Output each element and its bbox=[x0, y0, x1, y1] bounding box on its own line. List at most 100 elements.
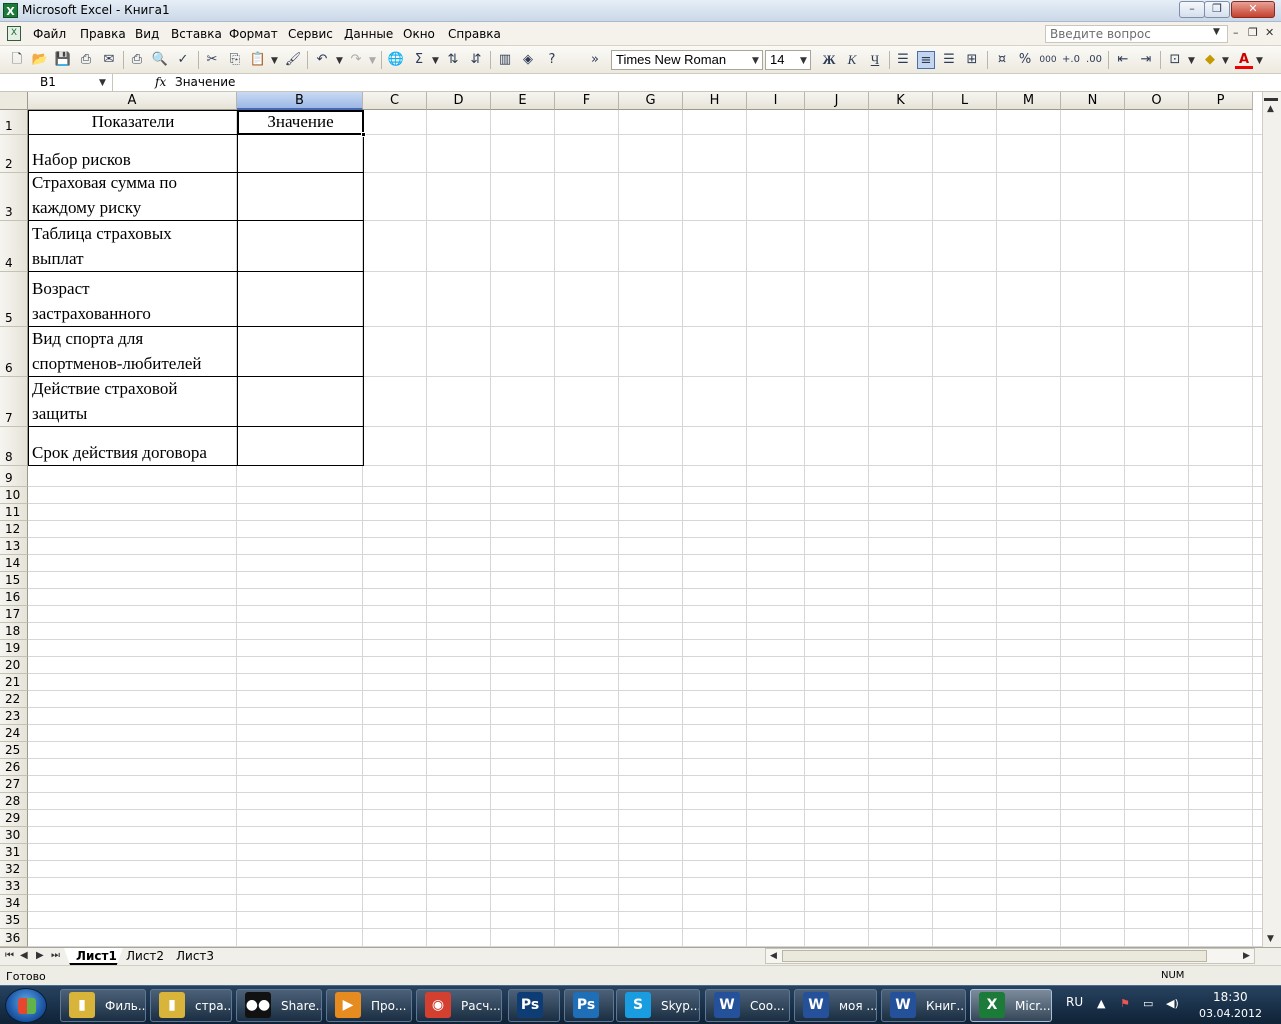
doc-minimize-button[interactable]: – bbox=[1233, 26, 1239, 39]
row-header-20[interactable]: 20 bbox=[0, 657, 28, 674]
row-header-15[interactable]: 15 bbox=[0, 572, 28, 589]
format-painter-icon[interactable]: 🖌 bbox=[284, 51, 302, 69]
scroll-left-icon[interactable]: ◀ bbox=[770, 951, 777, 961]
row-header-17[interactable]: 17 bbox=[0, 606, 28, 623]
close-button[interactable]: ✕ bbox=[1231, 1, 1275, 18]
doc-close-button[interactable]: ✕ bbox=[1265, 26, 1274, 39]
row-header-26[interactable]: 26 bbox=[0, 759, 28, 776]
security-tray-icon[interactable]: ⚑ bbox=[1120, 997, 1130, 1010]
align-center-icon[interactable]: ≡ bbox=[917, 51, 935, 69]
currency-icon[interactable]: ¤ bbox=[993, 51, 1011, 69]
print-icon[interactable]: ⎙ bbox=[128, 51, 146, 69]
volume-tray-icon[interactable]: ◀) bbox=[1166, 997, 1179, 1010]
align-left-icon[interactable]: ☰ bbox=[894, 51, 912, 69]
row-header-9[interactable]: 9 bbox=[0, 466, 28, 487]
redo-icon[interactable]: ↷ bbox=[347, 51, 365, 69]
name-box[interactable]: B1 bbox=[0, 74, 113, 91]
sheet-tab-2[interactable]: Лист2 bbox=[114, 948, 170, 965]
cell-b4[interactable] bbox=[237, 220, 364, 272]
font-name-dropdown-icon[interactable]: ▼ bbox=[752, 56, 759, 66]
row-header-11[interactable]: 11 bbox=[0, 504, 28, 521]
restore-button[interactable]: ❐ bbox=[1204, 1, 1230, 18]
decrease-decimal-icon[interactable]: .00 bbox=[1085, 51, 1103, 69]
increase-decimal-icon[interactable]: +.0 bbox=[1062, 51, 1080, 69]
cell-b8[interactable] bbox=[237, 426, 364, 466]
cell-b2[interactable] bbox=[237, 134, 364, 173]
spreadsheet-grid[interactable]: ABCDEFGHIJKLMNOP 1 2 3 4 5 6 7 8 9 10 11 12 13 14 15 16… bbox=[0, 92, 1262, 947]
column-header-c[interactable]: C bbox=[363, 92, 427, 110]
name-box-dropdown-icon[interactable]: ▼ bbox=[99, 78, 106, 88]
column-header-g[interactable]: G bbox=[619, 92, 683, 110]
row-header-32[interactable]: 32 bbox=[0, 861, 28, 878]
taskbar-button-8[interactable]: S Skyp... bbox=[616, 989, 700, 1022]
undo-dropdown-icon[interactable]: ▼ bbox=[336, 56, 343, 66]
row-header-29[interactable]: 29 bbox=[0, 810, 28, 827]
increase-indent-icon[interactable]: ⇥ bbox=[1137, 51, 1155, 69]
column-header-m[interactable]: M bbox=[997, 92, 1061, 110]
row-header-35[interactable]: 35 bbox=[0, 912, 28, 929]
help-search-input[interactable]: Введите вопрос bbox=[1045, 25, 1228, 43]
percent-button[interactable]: % bbox=[1016, 51, 1034, 69]
cell-a3[interactable]: Страховая сумма по каждому риску bbox=[28, 172, 238, 221]
cell-b5[interactable] bbox=[237, 271, 364, 327]
italic-button[interactable]: К bbox=[843, 51, 861, 69]
row-header-12[interactable]: 12 bbox=[0, 521, 28, 538]
scroll-right-icon[interactable]: ▶ bbox=[1243, 951, 1250, 961]
chart-wizard-icon[interactable]: ▥ bbox=[496, 51, 514, 69]
taskbar-button-3[interactable]: ●● Share... bbox=[236, 989, 322, 1022]
menu-help[interactable]: Справка bbox=[448, 27, 501, 41]
row-header-5[interactable]: 5 bbox=[0, 272, 28, 327]
doc-restore-button[interactable]: ❐ bbox=[1248, 26, 1258, 39]
email-icon[interactable]: ✉ bbox=[100, 51, 118, 69]
taskbar-button-5[interactable]: ◉ Расч... bbox=[416, 989, 502, 1022]
cut-icon[interactable]: ✂ bbox=[203, 51, 221, 69]
print-preview-icon[interactable]: 🔍 bbox=[151, 51, 169, 69]
row-header-8[interactable]: 8 bbox=[0, 427, 28, 466]
new-document-icon[interactable]: 🗋 bbox=[8, 51, 26, 69]
formula-input[interactable]: Значение bbox=[175, 75, 235, 89]
show-hidden-icons-icon[interactable]: ▲ bbox=[1097, 997, 1105, 1010]
autosum-dropdown-icon[interactable]: ▼ bbox=[432, 56, 439, 66]
menu-file[interactable]: Файл bbox=[33, 27, 66, 41]
row-header-31[interactable]: 31 bbox=[0, 844, 28, 861]
cell-a4[interactable]: Таблица страховых выплат bbox=[28, 220, 238, 272]
excel-app-icon[interactable]: X bbox=[3, 3, 18, 18]
toolbar-options-icon[interactable]: » bbox=[586, 51, 604, 69]
scroll-down-icon[interactable]: ▼ bbox=[1267, 934, 1274, 944]
select-all-corner[interactable] bbox=[0, 92, 28, 110]
row-header-6[interactable]: 6 bbox=[0, 327, 28, 377]
cell-b3[interactable] bbox=[237, 172, 364, 221]
row-header-21[interactable]: 21 bbox=[0, 674, 28, 691]
first-sheet-icon[interactable]: ⏮ bbox=[5, 950, 14, 961]
taskbar-button-4[interactable]: ▶ Про... bbox=[326, 989, 412, 1022]
taskbar-button-10[interactable]: Wмоя ... bbox=[794, 989, 877, 1022]
cell-a7[interactable]: Действие страховой защиты bbox=[28, 376, 238, 427]
menu-insert[interactable]: Вставка bbox=[171, 27, 222, 41]
bold-button[interactable]: Ж bbox=[820, 51, 838, 69]
column-header-n[interactable]: N bbox=[1061, 92, 1125, 110]
sheet-tab-3[interactable]: Лист3 bbox=[164, 948, 220, 965]
menu-data[interactable]: Данные bbox=[344, 27, 393, 41]
taskbar-button-12[interactable]: X Micr... bbox=[970, 989, 1052, 1022]
cell-a8[interactable]: Срок действия договора bbox=[28, 426, 238, 466]
column-header-a[interactable]: A bbox=[28, 92, 237, 110]
sort-descending-icon[interactable]: ⇵ bbox=[467, 51, 485, 69]
menu-tools[interactable]: Сервис bbox=[288, 27, 333, 41]
row-header-16[interactable]: 16 bbox=[0, 589, 28, 606]
taskbar-button-1[interactable]: ▮ Филь... bbox=[60, 989, 146, 1022]
row-header-18[interactable]: 18 bbox=[0, 623, 28, 640]
redo-dropdown-icon[interactable]: ▼ bbox=[369, 56, 376, 66]
cell-a1[interactable]: Показатели bbox=[28, 110, 238, 135]
autosum-icon[interactable]: Σ bbox=[410, 51, 428, 69]
scroll-up-icon[interactable]: ▲ bbox=[1267, 104, 1274, 114]
row-header-1[interactable]: 1 bbox=[0, 110, 28, 135]
language-indicator[interactable]: RU bbox=[1066, 995, 1083, 1009]
taskbar-button-7[interactable]: Ps bbox=[564, 989, 614, 1022]
clock-date[interactable]: 03.04.2012 bbox=[1199, 1007, 1262, 1020]
decrease-indent-icon[interactable]: ⇤ bbox=[1114, 51, 1132, 69]
fill-color-icon[interactable]: ◆ bbox=[1201, 51, 1219, 69]
cell-b7[interactable] bbox=[237, 376, 364, 427]
menu-format[interactable]: Формат bbox=[229, 27, 278, 41]
row-header-4[interactable]: 4 bbox=[0, 221, 28, 272]
workbook-icon[interactable]: X bbox=[7, 26, 21, 41]
